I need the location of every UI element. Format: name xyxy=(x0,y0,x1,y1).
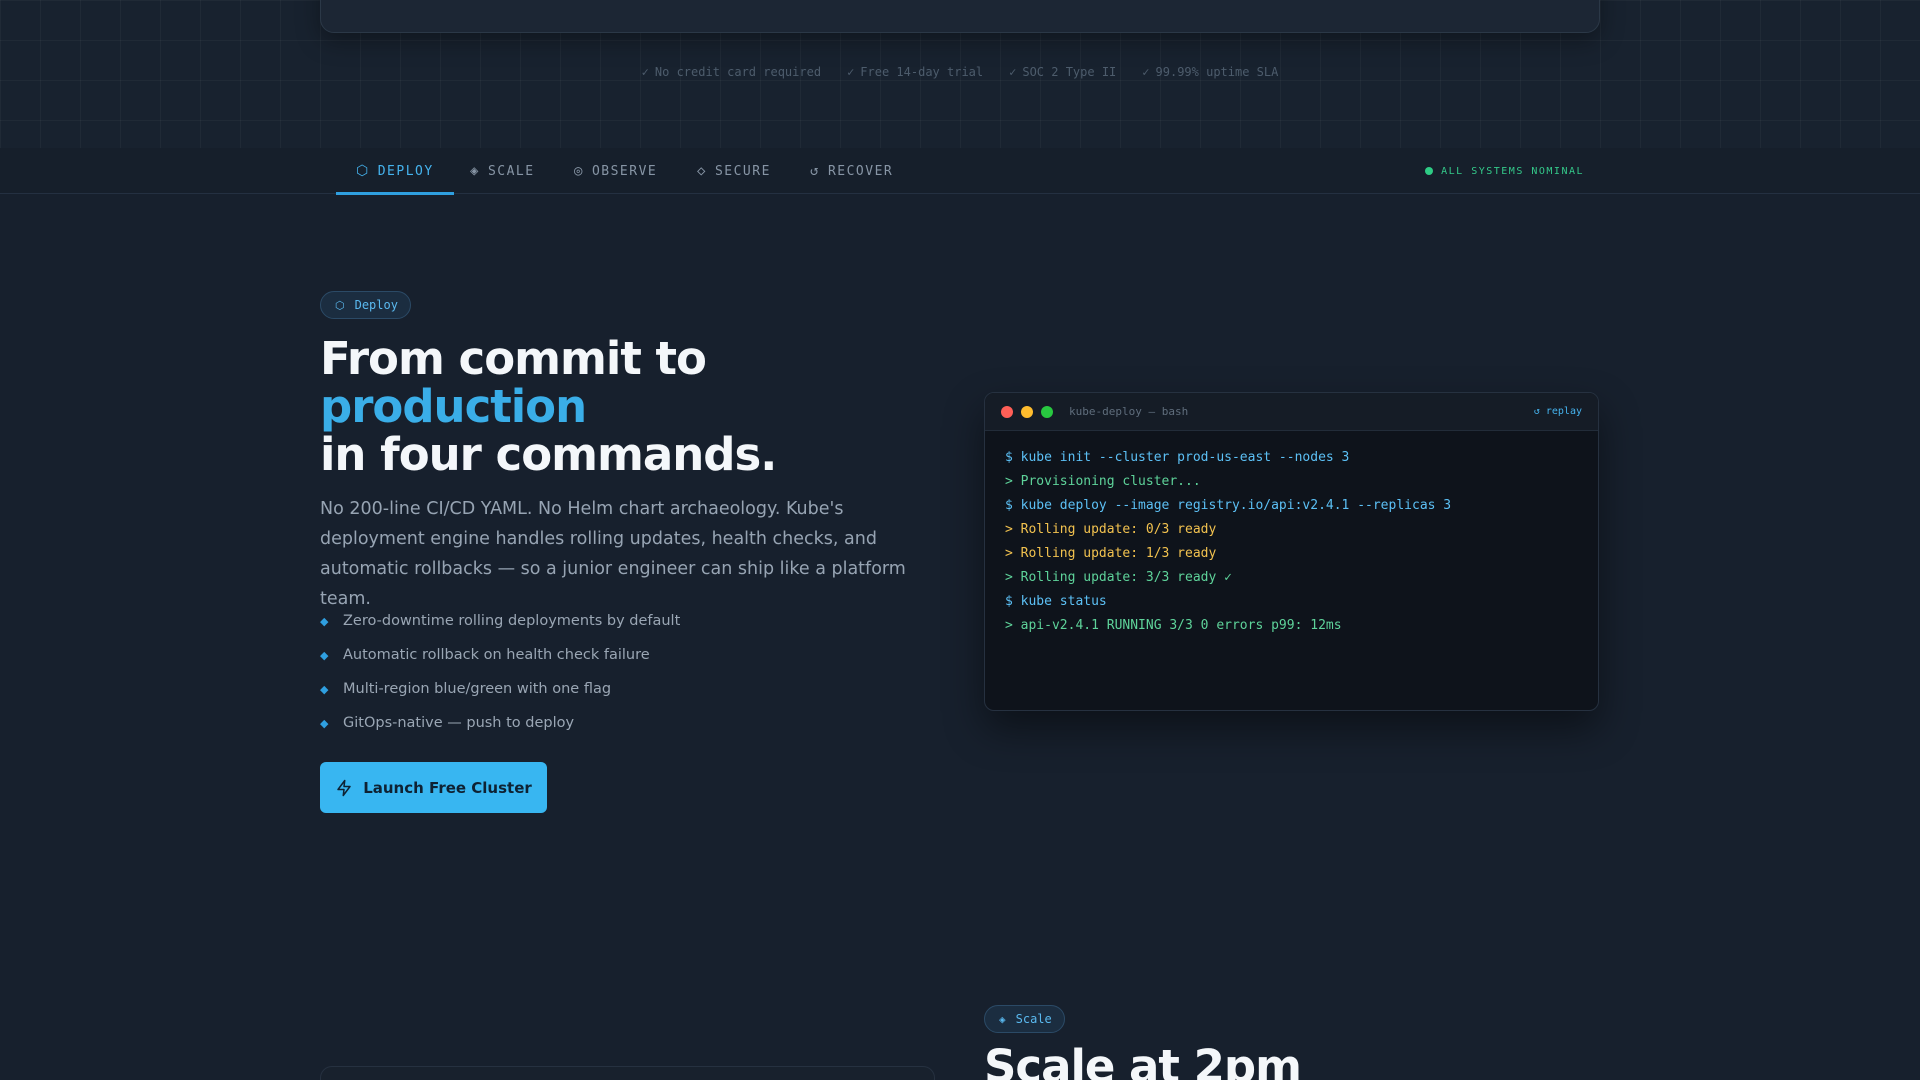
tab-deploy[interactable]: ⬡ DEPLOY xyxy=(336,148,454,195)
close-light-icon[interactable] xyxy=(1001,405,1013,418)
diamond-bullet-icon: ◆ xyxy=(320,682,329,696)
tab-observe[interactable]: ◎ OBSERVE xyxy=(574,148,657,194)
terminal-line: $ kube deploy --image registry.io/api:v2… xyxy=(1005,498,1452,513)
terminal-line: > Rolling update: 3/3 ready ✓ xyxy=(1005,570,1232,585)
lightning-icon xyxy=(337,779,351,796)
terminal-titlebar: kube-deploy — bash ↺ replay xyxy=(985,393,1598,431)
tab-secure[interactable]: ◇ SECURE xyxy=(697,148,771,194)
scale-headline: Scale at 2pm xyxy=(984,1040,1302,1080)
terminal-line: > api-v2.4.1 RUNNING 3/3 0 errors p99: 1… xyxy=(1005,618,1342,633)
deploy-feature-list: ◆ Zero-downtime rolling deployments by de… xyxy=(320,604,680,740)
terminal-line: $ kube status xyxy=(1005,594,1107,609)
trust-badge: ✓ Free 14-day trial xyxy=(847,65,984,79)
terminal-title: kube-deploy — bash xyxy=(1069,405,1189,418)
check-icon: ✓ xyxy=(1142,65,1150,79)
terminal-line: $ kube init --cluster prod-us-east --nod… xyxy=(1005,450,1350,465)
diamond-icon: ◈ xyxy=(999,1012,1006,1026)
terminal-line: > Rolling update: 1/3 ready xyxy=(1005,546,1217,561)
scale-pill: ◈ Scale xyxy=(984,1005,1065,1033)
terminal-window: kube-deploy — bash ↺ replay $ kube init … xyxy=(984,392,1599,711)
deploy-pill: ⬡ Deploy xyxy=(320,291,411,319)
feature-tabs: ⬡ DEPLOY ◈ SCALE ◎ OBSERVE ◇ SECURE ↺ RE… xyxy=(0,148,1920,195)
launch-free-cluster-button[interactable]: Launch Free Cluster xyxy=(320,762,547,813)
terminal-output: $ kube init --cluster prod-us-east --nod… xyxy=(985,431,1598,653)
deploy-description: No 200-line CI/CD YAML. No Helm chart ar… xyxy=(320,499,906,609)
diamond-outline-icon: ◇ xyxy=(697,163,707,179)
status-dot-icon xyxy=(1425,167,1434,175)
replay-button[interactable]: ↺ replay xyxy=(1534,406,1582,417)
trust-badge: ✓ SOC 2 Type II xyxy=(1009,65,1117,79)
diamond-bullet-icon: ◆ xyxy=(320,648,329,662)
check-icon: ✓ xyxy=(1009,65,1017,79)
list-item: ◆ Multi-region blue/green with one flag xyxy=(320,681,612,697)
trust-badge: ✓ 99.99% uptime SLA xyxy=(1142,65,1279,79)
minimize-light-icon[interactable] xyxy=(1021,405,1033,418)
trust-badges: ✓ No credit card required ✓ Free 14-day tr… xyxy=(0,65,1920,79)
target-icon: ◎ xyxy=(574,163,584,179)
hero-card xyxy=(320,0,1600,33)
hexagon-icon: ⬡ xyxy=(356,163,370,179)
deploy-headline: From commit to production in four comman… xyxy=(320,332,777,481)
scale-visual-card xyxy=(320,1066,935,1080)
terminal-line: > Provisioning cluster... xyxy=(1005,474,1201,489)
maximize-light-icon[interactable] xyxy=(1041,405,1053,418)
list-item: ◆ GitOps-native — push to deploy xyxy=(320,715,575,731)
terminal-line: > Rolling update: 0/3 ready xyxy=(1005,522,1217,537)
check-icon: ✓ xyxy=(641,65,649,79)
tab-recover[interactable]: ↺ RECOVER xyxy=(810,148,893,194)
list-item: ◆ Automatic rollback on health check fail… xyxy=(320,647,650,663)
trust-badge: ✓ No credit card required xyxy=(641,65,822,79)
diamond-bullet-icon: ◆ xyxy=(320,614,329,628)
refresh-icon: ↺ xyxy=(810,163,820,179)
hero-background: ✓ No credit card required ✓ Free 14-day tr… xyxy=(0,0,1920,148)
diamond-bullet-icon: ◆ xyxy=(320,716,329,730)
check-icon: ✓ xyxy=(847,65,855,79)
list-item: ◆ Zero-downtime rolling deployments by de… xyxy=(320,613,681,629)
tab-scale[interactable]: ◈ SCALE xyxy=(470,148,535,194)
diamond-icon: ◈ xyxy=(470,163,480,179)
system-status: ALL SYSTEMS NOMINAL xyxy=(1425,148,1584,194)
hexagon-icon: ⬡ xyxy=(335,298,345,312)
